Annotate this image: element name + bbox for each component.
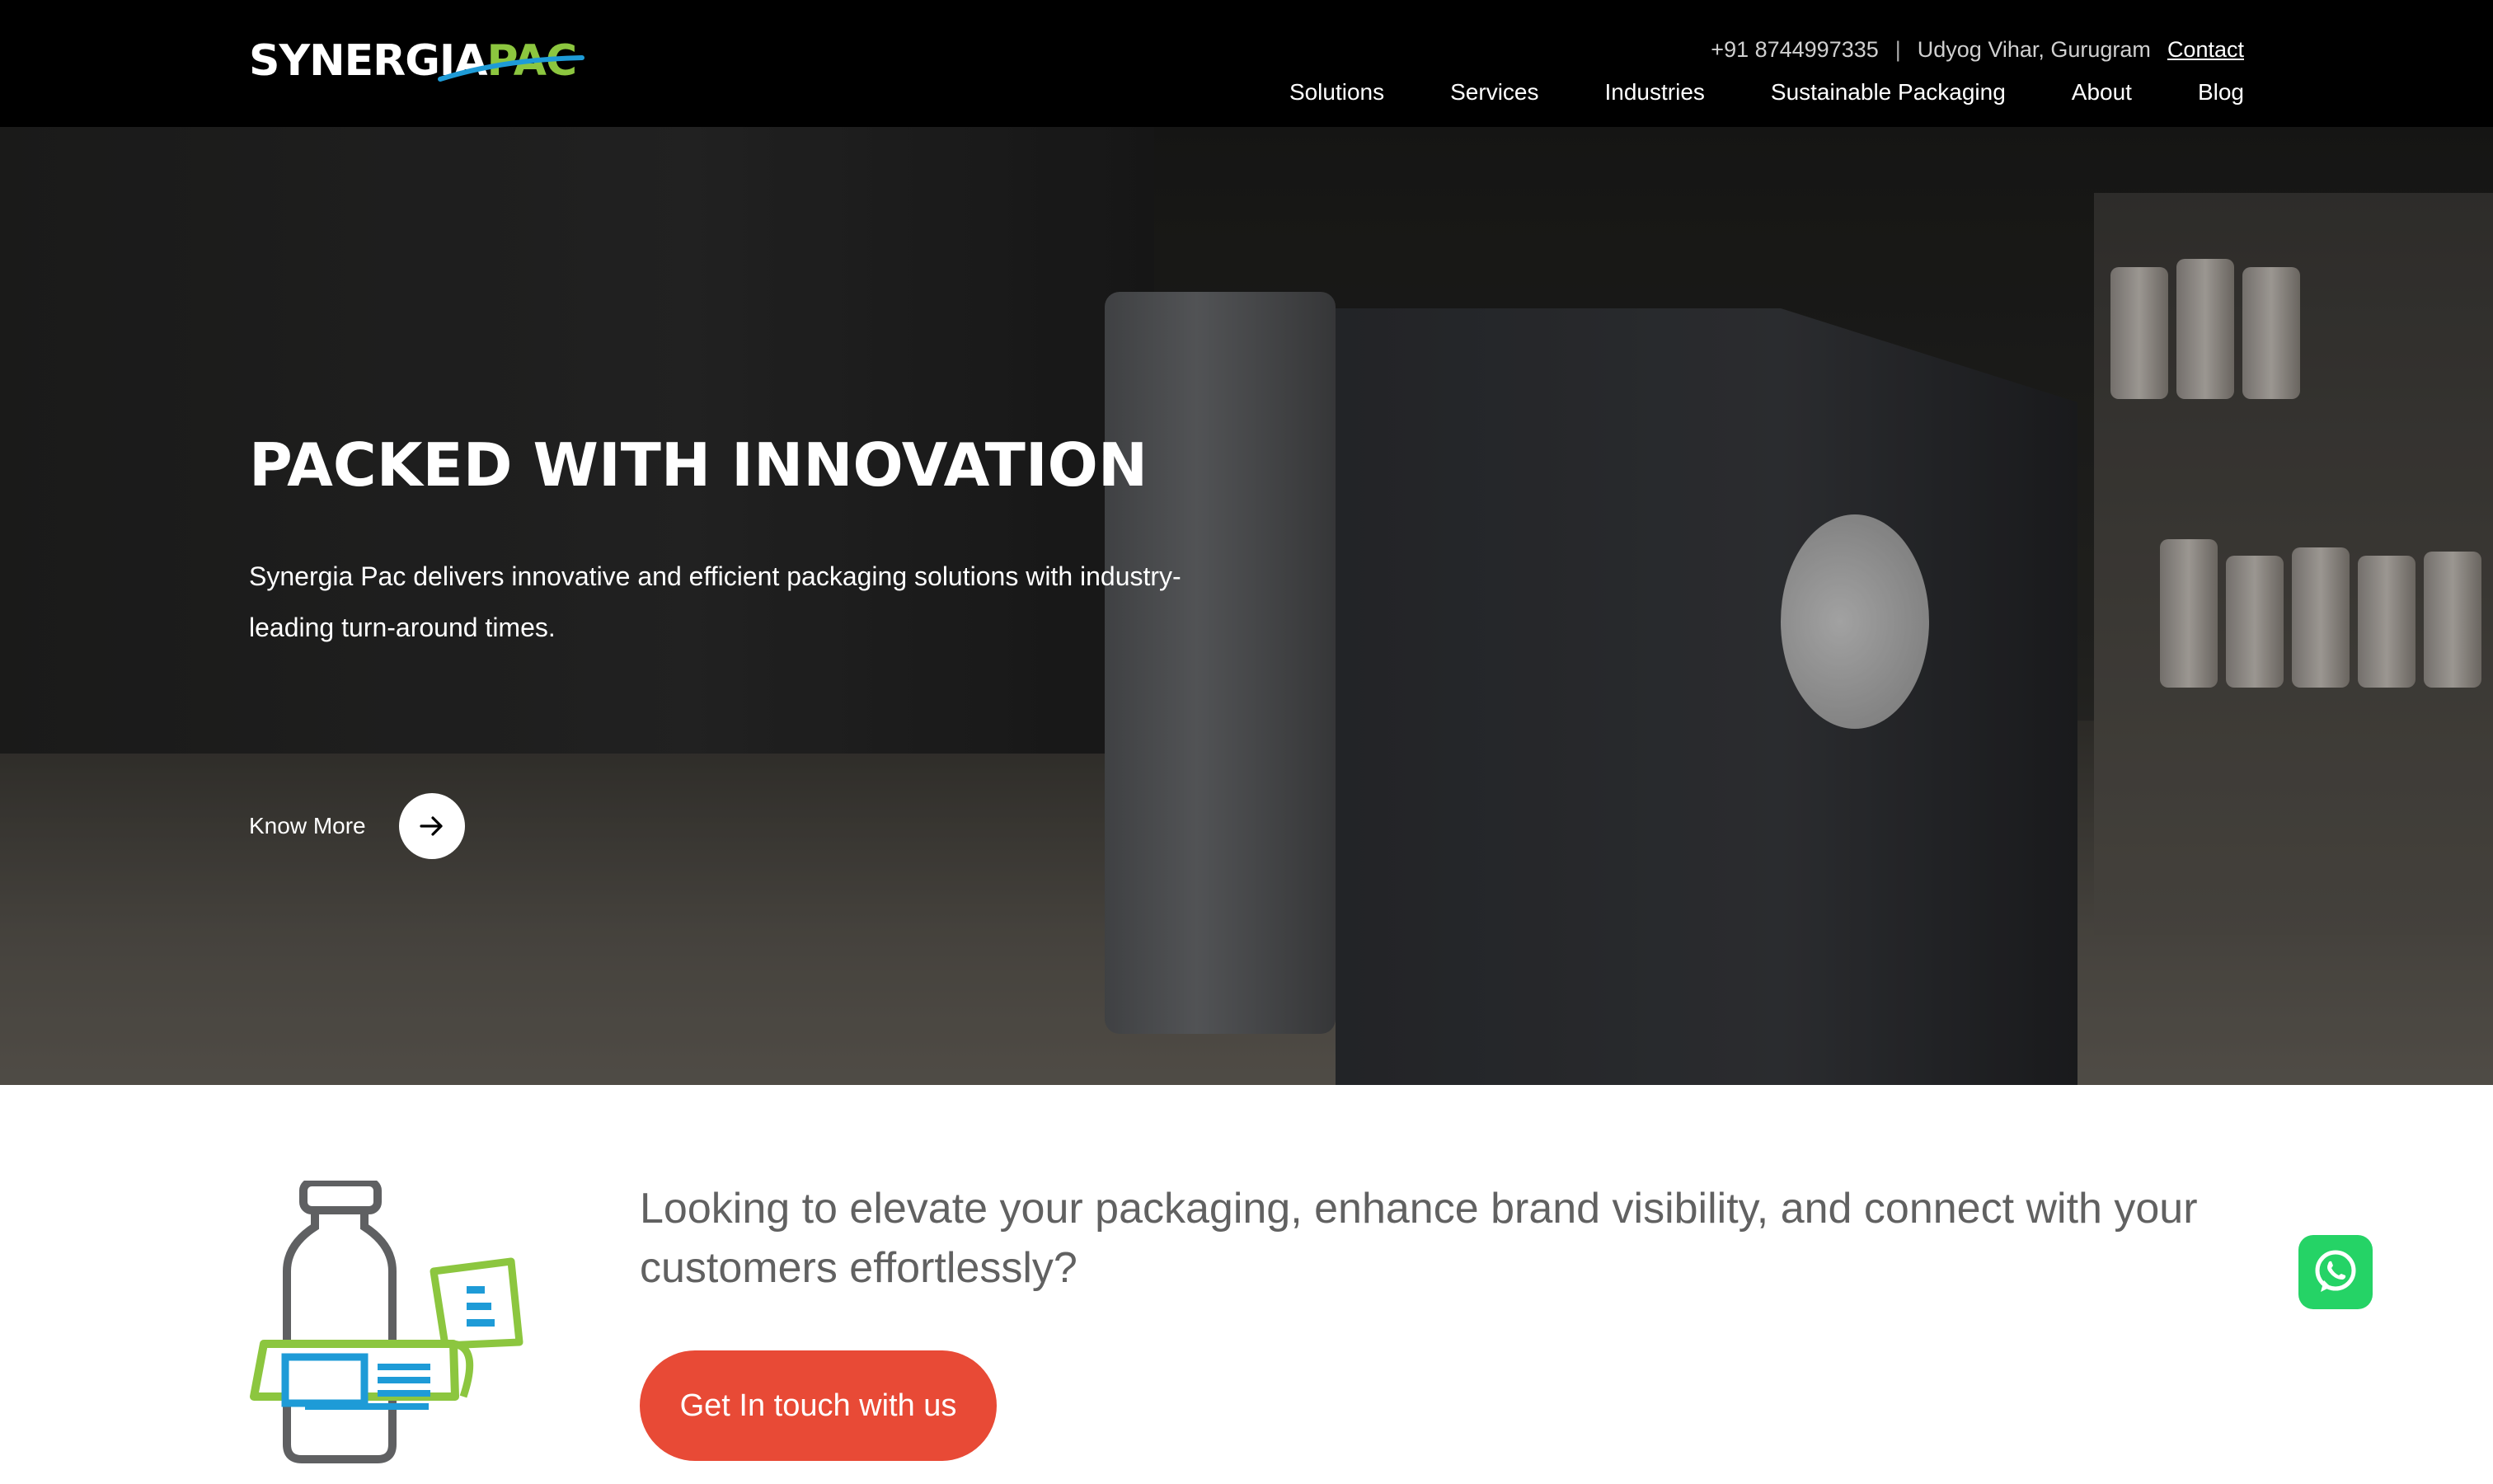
nav-item-about[interactable]: About (2072, 79, 2132, 106)
nav-item-sustainable-packaging[interactable]: Sustainable Packaging (1771, 79, 2006, 106)
location-text: Udyog Vihar, Gurugram (1917, 36, 2151, 62)
know-more-label: Know More (249, 813, 366, 838)
arrow-right-icon[interactable] (398, 793, 465, 859)
main-nav: Solutions Services Industries Sustainabl… (1289, 74, 2244, 110)
nav-item-services[interactable]: Services (1450, 79, 1538, 106)
cta-heading: Looking to elevate your packaging, enhan… (640, 1185, 2198, 1292)
hero-section: PACKED WITH INNOVATION Synergia Pac deli… (0, 127, 2493, 1085)
logo-swoosh-icon (438, 55, 585, 82)
nav-item-blog[interactable]: Blog (2198, 79, 2244, 106)
contact-link[interactable]: Contact (2167, 37, 2244, 63)
top-info-bar: +91 8744997335 | Udyog Vihar, Gurugram C… (1711, 33, 2244, 66)
whatsapp-icon[interactable] (2298, 1235, 2373, 1309)
nav-item-solutions[interactable]: Solutions (1289, 79, 1384, 106)
get-in-touch-button[interactable]: Get In touch with us (640, 1350, 997, 1461)
packaging-label-icon (247, 1178, 528, 1465)
hero-description: Synergia Pac delivers innovative and eff… (249, 561, 1181, 642)
know-more-button[interactable]: Know More (249, 791, 465, 861)
hero-title: PACKED WITH INNOVATION (249, 430, 1148, 500)
site-header: SYNERGIA PAC +91 8744997335 | Udyog Vihar… (0, 0, 2493, 127)
logo[interactable]: SYNERGIA PAC (249, 36, 585, 86)
phone-number[interactable]: +91 8744997335 (1711, 37, 1878, 63)
info-separator: | (1894, 36, 1901, 62)
nav-item-industries[interactable]: Industries (1605, 79, 1705, 106)
